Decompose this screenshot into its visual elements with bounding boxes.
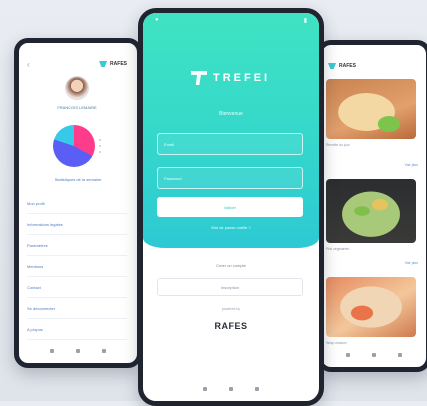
create-account-label: Creer un compte xyxy=(216,263,246,268)
android-nav-bar xyxy=(19,349,137,357)
feed-phone: RAFES Recette du jour Voir plus Plat veg… xyxy=(317,40,427,372)
brand-logo: TREFEI xyxy=(191,71,270,85)
status-time-icon: ● xyxy=(155,17,159,23)
header-brand: RAFES xyxy=(110,61,127,67)
powered-by-label: powered by xyxy=(221,307,241,311)
nav-home-icon[interactable] xyxy=(76,349,80,353)
nav-back-icon[interactable] xyxy=(203,387,207,391)
trefei-logo-icon xyxy=(191,71,207,85)
feed-header: RAFES xyxy=(328,61,418,71)
android-nav-bar xyxy=(322,353,426,361)
nav-recents-icon[interactable] xyxy=(102,349,106,353)
profile-header: ‹ RAFES xyxy=(27,59,127,69)
menu-item[interactable]: Informations legales xyxy=(27,214,127,235)
pie-legend xyxy=(99,135,101,157)
nav-back-icon[interactable] xyxy=(346,353,350,357)
see-more-link[interactable]: Voir plus xyxy=(405,163,418,167)
email-field[interactable] xyxy=(157,133,303,155)
nav-home-icon[interactable] xyxy=(372,353,376,357)
legend-dot xyxy=(99,145,101,147)
login-button[interactable]: Valider xyxy=(157,197,303,217)
brand-logo-icon xyxy=(328,63,336,69)
food-card-image[interactable] xyxy=(326,79,416,139)
login-phone: ● ▮ TREFEI Bienvenue Valider Mot de pass… xyxy=(138,8,324,406)
nav-back-icon[interactable] xyxy=(50,349,54,353)
brand-name: TREFEI xyxy=(213,72,271,84)
login-title: Bienvenue xyxy=(219,111,243,117)
food-caption: Plat vegetarien xyxy=(326,247,350,251)
header-logo: RAFES xyxy=(99,61,127,67)
profile-menu: Mon profil Informations legales Parametr… xyxy=(27,193,127,340)
menu-item[interactable]: A propos xyxy=(27,319,127,340)
menu-item[interactable]: Parametres xyxy=(27,235,127,256)
header-logo: RAFES xyxy=(328,63,356,69)
user-name: FRANCOIS LEMAIRE xyxy=(57,105,97,110)
nav-recents-icon[interactable] xyxy=(255,387,259,391)
food-caption: Wrap maison xyxy=(326,341,347,345)
food-caption: Recette du jour xyxy=(326,143,350,147)
menu-item[interactable]: Mon profil xyxy=(27,193,127,214)
signup-button[interactable]: Inscription xyxy=(157,278,303,296)
header-brand: RAFES xyxy=(339,63,356,69)
see-more-link[interactable]: Voir plus xyxy=(405,261,418,265)
avatar[interactable] xyxy=(66,77,88,99)
food-card-image[interactable] xyxy=(326,277,416,337)
stats-pie-chart xyxy=(53,125,95,167)
nav-home-icon[interactable] xyxy=(229,387,233,391)
pie-caption: Statistiques de la semaine xyxy=(54,177,102,182)
status-bar: ● ▮ xyxy=(143,13,319,27)
legend-dot xyxy=(99,151,101,153)
legend-dot xyxy=(99,139,101,141)
android-nav-bar xyxy=(143,387,319,395)
nav-recents-icon[interactable] xyxy=(398,353,402,357)
brand-logo-icon xyxy=(99,61,108,67)
password-field[interactable] xyxy=(157,167,303,189)
partner-logo: RAFES xyxy=(214,321,248,331)
forgot-password-link[interactable]: Mot de passe oublie ? xyxy=(143,225,319,230)
food-card-image[interactable] xyxy=(326,179,416,243)
menu-item[interactable]: Mentions xyxy=(27,256,127,277)
menu-item[interactable]: Se deconnecter xyxy=(27,298,127,319)
menu-item[interactable]: Contact xyxy=(27,277,127,298)
battery-icon: ▮ xyxy=(303,18,307,24)
profile-phone: ‹ RAFES FRANCOIS LEMAIRE Statistiques de… xyxy=(14,38,142,368)
chevron-left-icon[interactable]: ‹ xyxy=(27,60,30,69)
